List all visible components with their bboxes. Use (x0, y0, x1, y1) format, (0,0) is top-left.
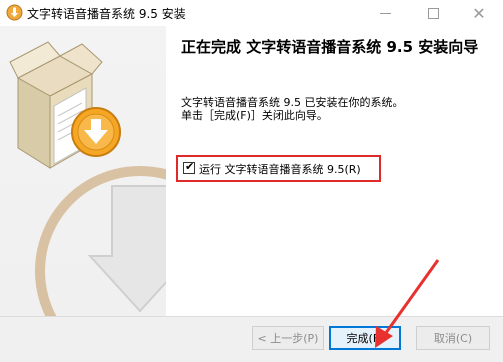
minimize-button[interactable] (368, 0, 402, 26)
wizard-banner-image (0, 26, 166, 316)
minimize-icon (379, 12, 391, 14)
run-app-checkbox[interactable]: ✔ (183, 160, 195, 174)
finish-button[interactable]: 完成(F) (329, 326, 401, 350)
installer-box-with-download-arrow-illustration (9, 41, 166, 316)
maximize-icon (427, 7, 439, 19)
maximize-button[interactable] (416, 0, 450, 26)
installer-window: 文字转语音播音系统 9.5 安装 ✕ 正在完成 文字转语音播音系统 9.5 安装… (0, 0, 503, 362)
window-title: 文字转语音播音系统 9.5 安装 (27, 7, 186, 21)
cancel-button[interactable]: 取消(C) (416, 326, 490, 350)
back-button[interactable]: < 上一步(P) (252, 326, 324, 350)
page-heading: 正在完成 文字转语音播音系统 9.5 安装向导 (181, 38, 479, 56)
close-button[interactable]: ✕ (462, 0, 496, 26)
title-bar: 文字转语音播音系统 9.5 安装 ✕ (0, 0, 503, 26)
close-icon: ✕ (472, 3, 486, 23)
finish-instruction: 单击［完成(F)］关闭此向导。 (181, 109, 328, 122)
checkmark-icon: ✔ (185, 160, 195, 173)
run-app-checkbox-label[interactable]: 运行 文字转语音播音系统 9.5(R) (199, 161, 361, 177)
installer-app-icon (6, 4, 23, 21)
